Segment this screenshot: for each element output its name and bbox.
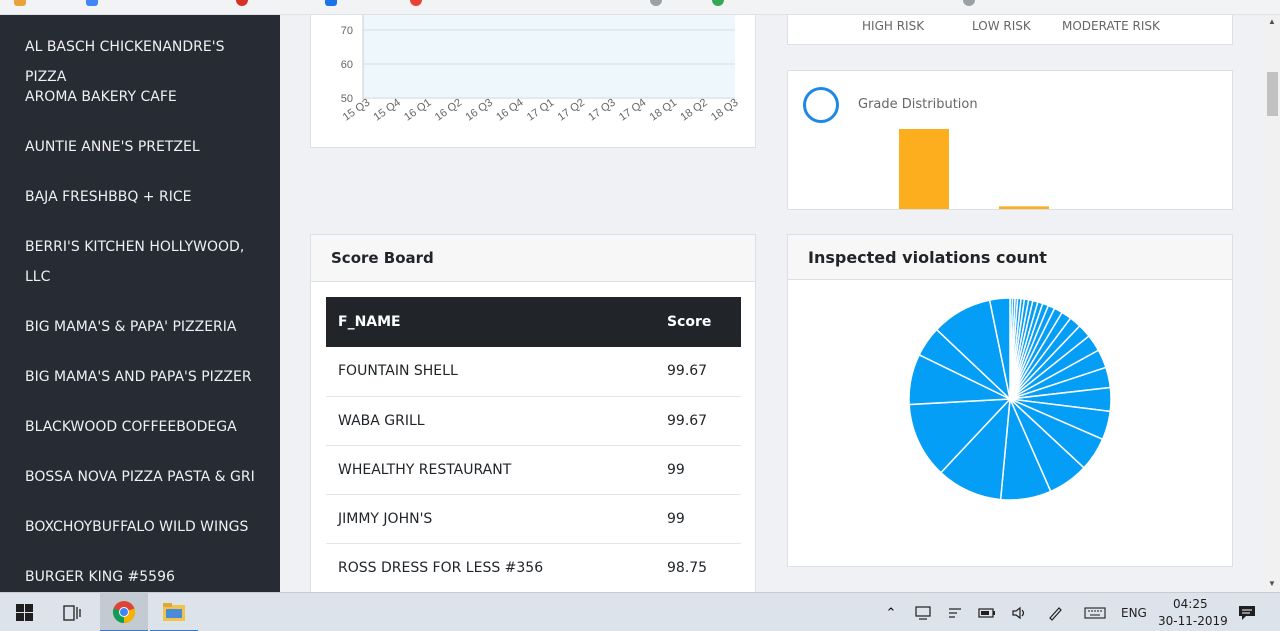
risk-chart-card: HIGH RISK LOW RISK MODERATE RISK <box>787 15 1233 45</box>
show-hidden-icons-chevron-icon[interactable]: ⌃ <box>880 593 902 631</box>
column-header-score[interactable]: Score <box>656 297 741 347</box>
cell-score: 99.67 <box>656 347 741 397</box>
sidebar-item-label: LLC <box>25 269 51 285</box>
column-header-fname[interactable]: F_NAME <box>326 297 656 347</box>
page-scrollbar[interactable]: ▲ ▼ <box>1265 15 1280 592</box>
battery-icon[interactable] <box>976 593 998 631</box>
cell-score: 98.75 <box>656 543 741 592</box>
pen-icon[interactable] <box>1044 593 1066 631</box>
chrome-icon <box>112 600 136 623</box>
violations-title: Inspected violations count <box>788 235 1232 280</box>
score-board-title: Score Board <box>311 235 755 282</box>
y-tick-label: 60 <box>341 59 353 71</box>
x-tick-label: 16 Q2 <box>433 97 464 124</box>
scroll-up-icon[interactable]: ▲ <box>1268 17 1276 26</box>
x-tick-label: 18 Q1 <box>648 97 679 124</box>
x-tick-label: 17 Q2 <box>556 97 587 124</box>
bookmark-icon[interactable] <box>86 0 98 6</box>
grade-bar[interactable] <box>999 206 1049 210</box>
table-row[interactable]: JIMMY JOHN'S 99 <box>326 494 741 544</box>
score-trend-card: 70 60 50 15 Q3 15 Q4 16 Q1 16 Q2 16 Q3 16 Q4 17 … <box>310 15 756 148</box>
language-indicator[interactable]: ENG <box>1121 606 1147 620</box>
restaurant-sidebar: AL BASCH CHICKENANDRE'S PIZZA AROMA BAKE… <box>0 15 280 592</box>
task-view-icon <box>63 604 81 621</box>
bookmark-icon[interactable] <box>712 0 724 6</box>
violations-card: Inspected violations count <box>787 234 1233 567</box>
grade-distribution-chart <box>899 129 1049 210</box>
x-tick-label: 18 Q3 <box>709 97 740 124</box>
pen-workspace-icon[interactable] <box>944 593 966 631</box>
volume-icon[interactable] <box>1008 593 1030 631</box>
touch-keyboard-icon[interactable] <box>1082 593 1108 631</box>
legend-high-risk[interactable]: HIGH RISK <box>862 19 924 33</box>
sidebar-item-restaurant[interactable]: BURGER KING #5596 <box>25 562 265 592</box>
y-tick-label: 50 <box>341 93 353 105</box>
table-row[interactable]: ROSS DRESS FOR LESS #356 98.75 <box>326 543 741 592</box>
windows-taskbar: ⌃ ENG 04:25 30-11-2019 <box>0 592 1280 631</box>
x-tick-label: 18 Q2 <box>678 97 709 124</box>
sidebar-item-restaurant[interactable]: BOSSA NOVA PIZZA PASTA & GRI <box>25 462 265 492</box>
grade-distribution-card: Grade Distribution <box>787 70 1233 210</box>
cell-fname: JIMMY JOHN'S <box>326 494 656 544</box>
x-tick-label: 17 Q3 <box>586 97 617 124</box>
score-board-table: F_NAME Score FOUNTAIN SHELL 99.67 WABA G… <box>326 297 741 592</box>
x-tick-label: 17 Q4 <box>617 97 648 124</box>
legend-moderate-risk[interactable]: MODERATE RISK <box>1062 19 1160 33</box>
y-tick-label: 70 <box>341 25 353 37</box>
cell-fname: ROSS DRESS FOR LESS #356 <box>326 543 656 592</box>
cell-score: 99 <box>656 494 741 544</box>
score-trend-chart: 706050 15 Q3 15 Q4 16 Q1 16 Q2 16 Q3 16 Q4 17 … <box>341 15 740 124</box>
sidebar-item-restaurant[interactable]: BLACKWOOD COFFEEBODEGA <box>25 412 265 442</box>
x-tick-label: 15 Q4 <box>371 97 402 124</box>
sidebar-item-restaurant[interactable]: AROMA BAKERY CAFE <box>25 82 265 112</box>
bookmark-icon[interactable] <box>963 0 975 6</box>
scroll-down-icon[interactable]: ▼ <box>1268 579 1276 588</box>
file-explorer-taskbar-button[interactable] <box>150 593 198 631</box>
cell-fname: WHEALTHY RESTAURANT <box>326 445 656 495</box>
x-tick-label: 17 Q1 <box>525 97 556 124</box>
legend-low-risk[interactable]: LOW RISK <box>972 19 1031 33</box>
bookmark-icon[interactable] <box>410 0 422 6</box>
cell-score: 99.67 <box>656 396 741 446</box>
sidebar-item-label: BERRI'S KITCHEN HOLLYWOOD, <box>25 239 245 255</box>
area-fill <box>363 15 735 99</box>
grade-bar[interactable] <box>899 129 949 210</box>
x-tick-label: 16 Q4 <box>494 97 525 124</box>
dashboard-main: 70 60 50 15 Q3 15 Q4 16 Q1 16 Q2 16 Q3 16 Q4 17 … <box>280 15 1265 592</box>
bookmark-icon[interactable] <box>325 0 337 6</box>
table-row[interactable]: WHEALTHY RESTAURANT 99 <box>326 445 741 495</box>
bookmark-icon[interactable] <box>650 0 662 6</box>
task-view-button[interactable] <box>48 593 96 631</box>
network-icon[interactable] <box>912 593 934 631</box>
clock-date[interactable]: 30-11-2019 <box>1158 614 1228 628</box>
sidebar-item-restaurant[interactable]: BOXCHOYBUFFALO WILD WINGS <box>25 512 265 542</box>
bookmark-icon[interactable] <box>236 0 248 6</box>
start-button[interactable] <box>0 593 48 631</box>
cell-fname: WABA GRILL <box>326 396 656 446</box>
table-row[interactable]: FOUNTAIN SHELL 99.67 <box>326 347 741 397</box>
table-header-row: F_NAME Score <box>326 297 741 347</box>
windows-logo-icon <box>15 604 33 621</box>
cell-score: 99 <box>656 445 741 495</box>
bookmarks-bar <box>0 0 1280 15</box>
score-board-card: Score Board F_NAME Score FOUNTAIN SHELL … <box>310 234 756 592</box>
cell-fname: FOUNTAIN SHELL <box>326 347 656 397</box>
sidebar-item-restaurant[interactable]: BIG MAMA'S AND PAPA'S PIZZER <box>25 362 265 392</box>
x-tick-label: 16 Q1 <box>402 97 433 124</box>
sidebar-item-restaurant[interactable]: BIG MAMA'S & PAPA' PIZZERIA <box>25 312 265 342</box>
x-tick-label: 16 Q3 <box>464 97 495 124</box>
table-row[interactable]: WABA GRILL 99.67 <box>326 396 741 446</box>
violations-pie-chart <box>908 297 1112 501</box>
bookmark-icon[interactable] <box>14 0 26 6</box>
clock-time[interactable]: 04:25 <box>1173 597 1208 611</box>
notifications-icon[interactable] <box>1232 593 1262 631</box>
sidebar-item-restaurant[interactable]: BERRI'S KITCHEN HOLLYWOOD, LLC <box>25 232 265 292</box>
sidebar-item-restaurant[interactable]: BAJA FRESHBBQ + RICE <box>25 182 265 212</box>
scroll-thumb[interactable] <box>1267 72 1278 116</box>
chrome-taskbar-button[interactable] <box>100 593 148 631</box>
sidebar-item-restaurant[interactable]: AUNTIE ANNE'S PRETZEL <box>25 132 265 162</box>
folder-icon <box>163 602 185 621</box>
